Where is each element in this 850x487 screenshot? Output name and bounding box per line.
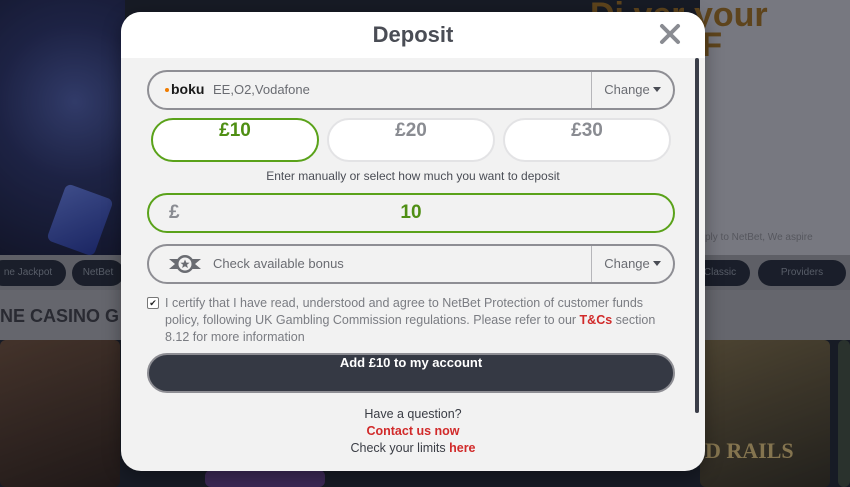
amount-option-30[interactable]: £30	[503, 118, 671, 162]
boku-logo-text: boku	[171, 81, 205, 97]
caret-down-icon	[652, 261, 661, 267]
certify-text: I certify that I have read, understood a…	[165, 295, 665, 346]
payment-carriers: EE,O2,Vodafone	[213, 82, 310, 97]
modal-header: Deposit	[121, 12, 705, 58]
change-payment-label: Change	[604, 82, 650, 97]
modal-title: Deposit	[372, 22, 454, 47]
amount-hint: Enter manually or select how much you wa…	[266, 169, 560, 183]
boku-logo: boku	[165, 81, 204, 97]
payment-method-field[interactable]: boku EE,O2,Vodafone Change	[147, 70, 675, 110]
limits-line: Check your limits here	[121, 441, 705, 455]
bonus-badge-icon	[169, 255, 201, 273]
limits-text: Check your limits	[350, 441, 450, 455]
contact-line: Contact us now	[121, 424, 705, 438]
change-bonus-button[interactable]: Change	[592, 246, 673, 282]
bonus-field[interactable]: Check available bonus Change	[147, 244, 675, 284]
bonus-label: Check available bonus	[213, 256, 344, 271]
change-bonus-label: Change	[604, 256, 650, 271]
amount-option-10[interactable]: £10	[151, 118, 319, 162]
amount-value[interactable]: 10	[149, 202, 673, 224]
change-payment-button[interactable]: Change	[592, 72, 673, 108]
contact-us-link[interactable]: Contact us now	[366, 424, 459, 438]
add-funds-button[interactable]: Add £10 to my account	[147, 353, 675, 393]
scrollbar[interactable]	[695, 58, 699, 413]
certify-text-before: I certify that I have read, understood a…	[165, 296, 644, 327]
close-button[interactable]	[657, 21, 683, 47]
amount-option-20[interactable]: £20	[327, 118, 495, 162]
terms-link[interactable]: T&Cs	[580, 313, 613, 327]
question-text: Have a question?	[364, 407, 462, 421]
limits-link[interactable]: here	[449, 441, 475, 455]
close-icon	[660, 24, 680, 44]
boku-logo-dot	[165, 88, 169, 93]
scrollbar-thumb[interactable]	[695, 58, 699, 413]
certify-checkbox[interactable]: ✔	[147, 297, 159, 309]
deposit-modal: Deposit boku EE,O2,Vodafone Change £10 £…	[121, 12, 705, 471]
amount-input[interactable]: £ 10	[147, 193, 675, 233]
caret-down-icon	[652, 87, 661, 93]
